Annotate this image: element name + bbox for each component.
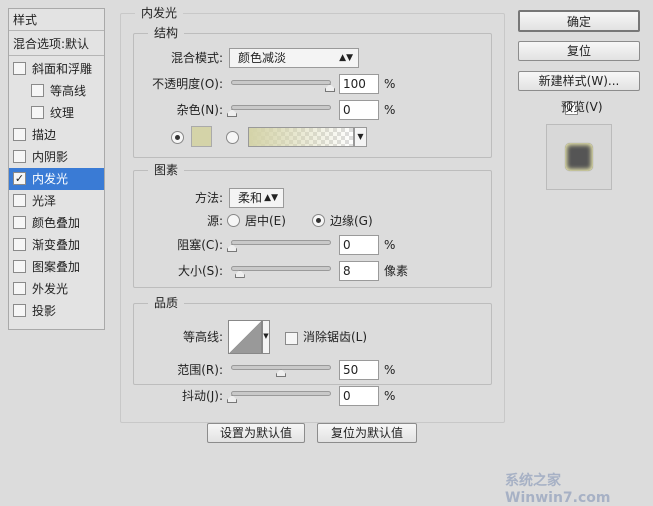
checkbox[interactable]	[13, 238, 26, 251]
styles-list: 样式 混合选项:默认 斜面和浮雕等高线纹理描边内阴影 ✓ 内发光光泽颜色叠加渐变叠加…	[8, 8, 105, 330]
style-item[interactable]: 渐变叠加	[9, 234, 104, 256]
style-item[interactable]: 内阴影	[9, 146, 104, 168]
panel-title: 内发光	[135, 5, 184, 21]
checkbox[interactable]	[13, 304, 26, 317]
size-slider[interactable]	[231, 266, 331, 278]
style-preview	[546, 124, 612, 190]
opacity-slider[interactable]	[231, 80, 335, 92]
ok-button[interactable]: 确定	[518, 10, 640, 32]
checkbox[interactable]	[13, 150, 26, 163]
range-input[interactable]: 50	[339, 360, 379, 380]
style-item[interactable]: 外发光	[9, 278, 104, 300]
size-input[interactable]: 8	[339, 261, 379, 281]
style-item-label: 纹理	[50, 106, 75, 120]
color-swatch[interactable]	[191, 126, 212, 147]
checkbox[interactable]	[13, 128, 26, 141]
checkbox[interactable]: ✓	[13, 172, 26, 185]
make-default-button[interactable]: 设置为默认值	[207, 423, 305, 443]
style-item-label: 光泽	[32, 194, 57, 208]
style-item-label: 图案叠加	[32, 260, 81, 274]
range-slider[interactable]	[231, 365, 331, 377]
jitter-label: 抖动(J):	[182, 389, 223, 403]
checkbox[interactable]	[13, 194, 26, 207]
method-select[interactable]: 柔和 ▲▼	[229, 188, 284, 208]
style-item-label: 描边	[32, 128, 57, 142]
checkbox[interactable]	[13, 62, 26, 75]
style-item-label: 渐变叠加	[32, 238, 81, 252]
unit: %	[384, 77, 396, 91]
method-value: 柔和	[238, 191, 263, 205]
antialias-label: 消除锯齿(L)	[303, 330, 368, 344]
source-edge-radio[interactable]	[312, 214, 325, 227]
style-item[interactable]: 投影	[9, 300, 104, 322]
unit: %	[384, 103, 396, 117]
styles-header[interactable]: 样式	[9, 9, 104, 31]
updown-icon: ▲▼	[264, 193, 278, 203]
style-item-label: 外发光	[32, 282, 69, 296]
style-item[interactable]: 描边	[9, 124, 104, 146]
jitter-slider[interactable]	[227, 391, 331, 403]
style-item-label: 斜面和浮雕	[32, 62, 93, 76]
elements-title: 图素	[148, 162, 185, 178]
solid-color-radio[interactable]	[171, 131, 184, 144]
gradient-radio[interactable]	[226, 131, 239, 144]
source-center-label: 居中(E)	[245, 214, 286, 228]
choke-slider[interactable]	[227, 240, 331, 252]
jitter-input[interactable]: 0	[339, 386, 379, 406]
range-label: 范围(R):	[177, 363, 223, 377]
noise-slider[interactable]	[227, 105, 331, 117]
quality-title: 品质	[148, 295, 185, 311]
blend-mode-value: 颜色减淡	[238, 51, 287, 65]
opacity-input[interactable]: 100	[339, 74, 379, 94]
style-item[interactable]: 纹理	[9, 102, 104, 124]
unit: %	[384, 389, 396, 403]
source-label: 源:	[206, 214, 223, 228]
style-item-label: 颜色叠加	[32, 216, 81, 230]
checkbox[interactable]	[13, 260, 26, 273]
antialias-checkbox[interactable]	[285, 332, 298, 345]
updown-icon: ▲▼	[339, 53, 353, 63]
checkbox[interactable]	[13, 216, 26, 229]
style-item[interactable]: ✓ 内发光	[9, 168, 104, 190]
style-item[interactable]: 斜面和浮雕	[9, 58, 104, 80]
watermark: 系统之家 Winwin7.com	[505, 473, 611, 506]
dropdown-arrow-icon[interactable]: ▼	[354, 127, 367, 147]
new-style-button[interactable]: 新建样式(W)...	[518, 71, 640, 91]
contour-preview[interactable]	[228, 320, 262, 354]
unit: %	[384, 238, 396, 252]
choke-input[interactable]: 0	[339, 235, 379, 255]
size-unit: 像素	[384, 264, 409, 278]
blend-mode-select[interactable]: 颜色减淡 ▲▼	[229, 48, 359, 68]
blend-mode-label: 混合模式:	[170, 51, 223, 65]
noise-input[interactable]: 0	[339, 100, 379, 120]
dropdown-arrow-icon[interactable]: ▼	[262, 320, 270, 354]
preview-thumbnail	[565, 143, 593, 171]
gradient-swatch[interactable]	[248, 127, 354, 147]
opacity-label: 不透明度(O):	[152, 77, 223, 91]
style-item-label: 内阴影	[32, 150, 69, 164]
choke-label: 阻塞(C):	[177, 238, 223, 252]
style-item-label: 等高线	[50, 84, 87, 98]
noise-label: 杂色(N):	[176, 103, 223, 117]
style-item[interactable]: 图案叠加	[9, 256, 104, 278]
checkbox[interactable]	[13, 282, 26, 295]
style-item-label: 内发光	[32, 172, 69, 186]
contour-label: 等高线:	[182, 330, 223, 344]
size-label: 大小(S):	[177, 264, 223, 278]
style-item-label: 投影	[32, 304, 57, 318]
method-label: 方法:	[194, 191, 223, 205]
blending-options[interactable]: 混合选项:默认	[9, 32, 104, 56]
structure-title: 结构	[148, 25, 185, 41]
unit: %	[384, 363, 396, 377]
source-center-radio[interactable]	[227, 214, 240, 227]
checkbox[interactable]	[31, 106, 44, 119]
source-edge-label: 边缘(G)	[330, 214, 373, 228]
reset-button[interactable]: 复位	[518, 41, 640, 61]
preview-label: 预览(V)	[561, 100, 603, 114]
checkbox[interactable]	[31, 84, 44, 97]
style-item[interactable]: 等高线	[9, 80, 104, 102]
style-item[interactable]: 光泽	[9, 190, 104, 212]
style-item[interactable]: 颜色叠加	[9, 212, 104, 234]
reset-default-button[interactable]: 复位为默认值	[317, 423, 417, 443]
